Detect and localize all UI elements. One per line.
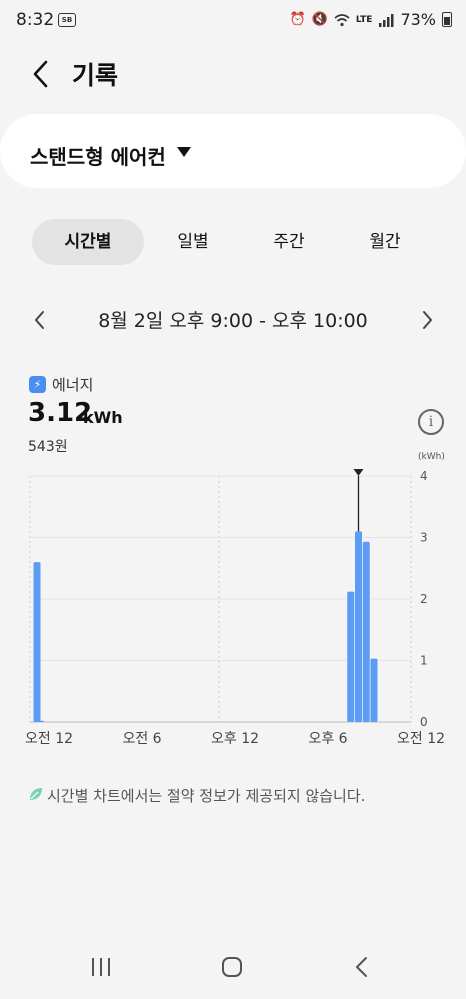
- chart-bar: [355, 531, 362, 722]
- tab-hourly[interactable]: 시간별: [32, 219, 144, 265]
- back-button[interactable]: [26, 56, 60, 92]
- chevron-left-icon: [33, 60, 48, 88]
- status-indicators: ⏰ 🔇 LTE 73%: [290, 10, 452, 29]
- device-name[interactable]: 스탠드형 에어컨: [30, 141, 166, 170]
- x-tick-label: 오전 12: [397, 731, 445, 747]
- tab-monthly[interactable]: 월간: [344, 219, 426, 265]
- y-tick-label: 0: [420, 715, 428, 729]
- notification-badge-icon: SB: [58, 13, 76, 27]
- lte-icon: LTE: [355, 14, 373, 25]
- chart-bar: [33, 562, 41, 722]
- selected-hour-marker-icon: [353, 469, 364, 476]
- caret-down-icon[interactable]: [177, 147, 191, 157]
- energy-unit: kWh: [83, 408, 123, 427]
- y-tick-label: 1: [420, 654, 428, 668]
- next-period-button[interactable]: [417, 305, 439, 335]
- chevron-left-icon: [35, 311, 44, 329]
- date-range: 8월 2일 오후 9:00 - 오후 10:00: [98, 310, 368, 332]
- battery-percent: 73%: [400, 10, 436, 29]
- y-tick-label: 2: [420, 592, 428, 606]
- hourly-energy-chart[interactable]: 0 1 2 3 4 오전 12 오전 6 오후 12 오후 6 오전 12: [0, 460, 466, 760]
- leaf-icon: [30, 788, 42, 800]
- chart-bar: [37, 720, 45, 722]
- info-icon[interactable]: i: [418, 409, 444, 435]
- mute-icon: 🔇: [311, 12, 328, 27]
- y-tick-label: 4: [420, 469, 428, 483]
- previous-period-button[interactable]: [28, 305, 50, 335]
- home-icon[interactable]: [220, 955, 244, 979]
- savings-note: 시간별 차트에서는 절약 정보가 제공되지 않습니다.: [47, 787, 366, 805]
- lightning-icon: ⚡: [29, 376, 46, 393]
- chevron-right-icon: [423, 311, 432, 329]
- chart-bar: [370, 658, 378, 722]
- tab-daily[interactable]: 일별: [152, 219, 234, 265]
- chart-bar: [347, 591, 355, 722]
- recent-apps-icon[interactable]: [88, 955, 114, 979]
- signal-icon: [379, 13, 394, 27]
- back-nav-icon[interactable]: [350, 955, 374, 979]
- chart-bar: [362, 541, 370, 722]
- energy-cost: 543원: [28, 439, 68, 455]
- x-tick-label: 오전 6: [122, 731, 161, 747]
- x-tick-label: 오후 6: [308, 731, 347, 747]
- alarm-icon: ⏰: [289, 12, 306, 27]
- energy-label: 에너지: [52, 376, 94, 394]
- page-title: 기록: [72, 61, 119, 90]
- status-time: 8:32: [16, 10, 55, 30]
- x-tick-label: 오후 12: [211, 731, 259, 747]
- battery-icon: [442, 12, 452, 27]
- x-tick-label: 오전 12: [25, 731, 73, 747]
- tab-weekly[interactable]: 주간: [248, 219, 330, 265]
- wifi-icon: [334, 13, 350, 26]
- y-tick-label: 3: [420, 531, 428, 545]
